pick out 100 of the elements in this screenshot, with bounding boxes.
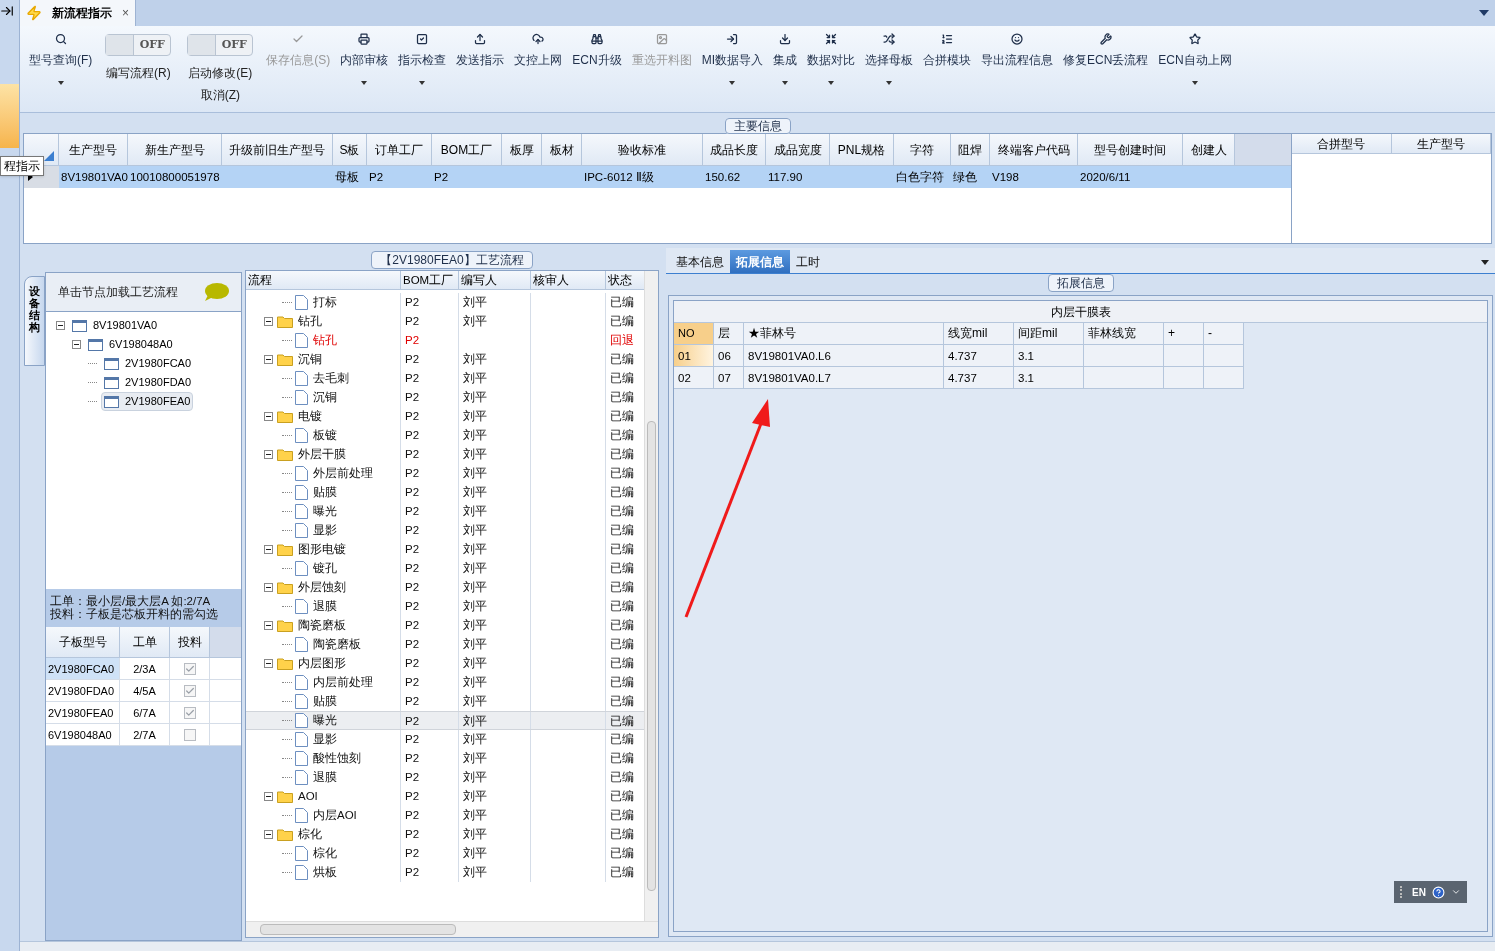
flow-row[interactable]: 显影 P2 刘平 已编 — [246, 521, 646, 540]
collapse-icon[interactable] — [264, 545, 273, 554]
collapse-icon[interactable] — [264, 412, 273, 421]
collapse-icon[interactable] — [264, 450, 273, 459]
vertical-scrollbar[interactable] — [644, 271, 658, 921]
flow-row[interactable]: 镀孔 P2 刘平 已编 — [246, 559, 646, 578]
collapse-icon[interactable] — [264, 830, 273, 839]
flow-row[interactable]: 外层前处理 P2 刘平 已编 — [246, 464, 646, 483]
collapse-icon[interactable] — [72, 340, 81, 349]
flow-row[interactable]: 钻孔 P2 回退 — [246, 331, 646, 350]
column-header[interactable]: 菲林线宽 — [1084, 323, 1164, 345]
flow-row[interactable]: 外层蚀刻 P2 刘平 已编 — [246, 578, 646, 597]
flow-row[interactable]: 棕化 P2 刘平 已编 — [246, 825, 646, 844]
column-header[interactable]: NO — [674, 323, 714, 345]
column-header[interactable]: 生产型号 — [59, 134, 128, 165]
column-header[interactable]: 合拼型号 — [1292, 134, 1392, 153]
column-header[interactable]: 层 — [714, 323, 744, 345]
row-number-cell[interactable]: 01 — [674, 345, 714, 367]
toggle-switch[interactable]: OFF — [187, 34, 254, 56]
collapse-icon[interactable] — [264, 621, 273, 630]
flow-row[interactable]: 图形电镀 P2 刘平 已编 — [246, 540, 646, 559]
vertical-tab[interactable]: 设备结构 — [24, 276, 45, 366]
flow-row[interactable]: 陶瓷磨板 P2 刘平 已编 — [246, 616, 646, 635]
toolbar-button[interactable]: 导出流程信息 — [976, 30, 1058, 94]
collapse-icon[interactable] — [264, 317, 273, 326]
flow-row[interactable]: 电镀 P2 刘平 已编 — [246, 407, 646, 426]
tree-node[interactable]: 2V1980FDA0 — [101, 373, 195, 392]
flow-row[interactable]: 显影 P2 刘平 已编 — [246, 730, 646, 749]
toolbar-button[interactable]: 发送指示 — [451, 30, 510, 94]
column-header[interactable]: 型号创建时间 — [1078, 134, 1183, 165]
flow-row[interactable]: 棕化 P2 刘平 已编 — [246, 844, 646, 863]
language-bar[interactable]: EN — [1394, 881, 1467, 903]
checkbox[interactable] — [183, 662, 196, 675]
column-header[interactable]: 验收标准 — [582, 134, 703, 165]
toolbar-button[interactable]: 型号查询(F) — [24, 30, 98, 94]
collapse-icon[interactable] — [264, 792, 273, 801]
column-header[interactable]: 工单 — [120, 627, 170, 657]
caret-icon[interactable] — [1451, 887, 1461, 897]
flow-row[interactable]: 板镀 P2 刘平 已编 — [246, 426, 646, 445]
column-header[interactable]: + — [1164, 323, 1204, 345]
column-header[interactable]: - — [1204, 323, 1244, 345]
flow-row[interactable]: 退膜 P2 刘平 已编 — [246, 597, 646, 616]
flow-row[interactable]: 内层前处理 P2 刘平 已编 — [246, 673, 646, 692]
checkbox[interactable] — [183, 728, 196, 741]
toolbar-button[interactable]: ECN自动上网 — [1153, 30, 1237, 94]
column-header[interactable]: 板厚 — [502, 134, 542, 165]
flow-row[interactable]: 退膜 P2 刘平 已编 — [246, 768, 646, 787]
table-cell[interactable]: 2V1980FDA0 — [46, 680, 120, 701]
toolbar-button[interactable]: 集成 — [768, 30, 802, 94]
exit-icon[interactable] — [0, 4, 14, 18]
toolbar-button[interactable]: 修复ECN丢流程 — [1058, 30, 1154, 94]
column-header[interactable]: 间距mil — [1014, 323, 1084, 345]
table-cell[interactable]: 2V1980FEA0 — [46, 702, 120, 723]
toolbar-button[interactable]: ECN升级 — [567, 30, 627, 94]
table-cell[interactable]: 2V1980FCA0 — [46, 658, 120, 679]
tree-node[interactable]: 8V19801VA0 — [69, 316, 161, 335]
column-header[interactable]: 阻焊 — [951, 134, 990, 165]
tab[interactable]: 工时 — [790, 250, 826, 273]
tree-node[interactable]: 2V1980FCA0 — [101, 354, 195, 373]
toolbar-button[interactable]: 选择母板 — [860, 30, 918, 94]
toggle-switch[interactable]: OFF — [105, 34, 172, 56]
flow-row[interactable]: 外层干膜 P2 刘平 已编 — [246, 445, 646, 464]
tree-node[interactable]: 6V198048A0 — [85, 335, 176, 354]
column-header[interactable]: ★菲林号 — [744, 323, 944, 345]
column-header[interactable]: PNL规格 — [830, 134, 894, 165]
toolbar-button[interactable]: MI数据导入 — [696, 30, 768, 94]
column-header[interactable]: 生产型号 — [1391, 134, 1491, 153]
document-tab[interactable]: 新流程指示 × — [20, 0, 136, 26]
column-header[interactable]: 编写人 — [459, 271, 531, 289]
checkbox[interactable] — [183, 684, 196, 697]
column-header[interactable]: BOM工厂 — [401, 271, 459, 289]
dropdown-icon[interactable] — [1481, 260, 1489, 265]
column-header[interactable]: 成品宽度 — [766, 134, 830, 165]
flow-row[interactable]: 陶瓷磨板 P2 刘平 已编 — [246, 635, 646, 654]
column-header[interactable]: 升级前旧生产型号 — [222, 134, 333, 165]
column-header[interactable]: 核审人 — [531, 271, 606, 289]
flow-row[interactable]: 烘板 P2 刘平 已编 — [246, 863, 646, 882]
column-header[interactable]: BOM工厂 — [432, 134, 502, 165]
toolbar-button[interactable]: 文控上网 — [509, 30, 568, 94]
checkbox[interactable] — [183, 706, 196, 719]
column-header[interactable]: S板 — [333, 134, 367, 165]
collapse-icon[interactable] — [264, 659, 273, 668]
column-header[interactable]: 字符 — [894, 134, 951, 165]
flow-row[interactable]: 曝光 P2 刘平 已编 — [246, 711, 646, 730]
flow-row[interactable]: 内层AOI P2 刘平 已编 — [246, 806, 646, 825]
column-header[interactable]: 流程 — [246, 271, 401, 289]
flow-row[interactable]: 沉铜 P2 刘平 已编 — [246, 350, 646, 369]
column-header[interactable]: 线宽mil — [944, 323, 1014, 345]
column-header[interactable]: 订单工厂 — [367, 134, 432, 165]
dropdown-icon[interactable] — [1479, 10, 1489, 16]
collapse-icon[interactable] — [56, 321, 65, 330]
flow-row[interactable]: 钻孔 P2 刘平 已编 — [246, 312, 646, 331]
flow-row[interactable]: 打标 P2 刘平 已编 — [246, 293, 646, 312]
flow-row[interactable]: 内层图形 P2 刘平 已编 — [246, 654, 646, 673]
flow-row[interactable]: 沉铜 P2 刘平 已编 — [246, 388, 646, 407]
toolbar-button[interactable]: 指示检查 — [393, 30, 452, 94]
column-header[interactable]: 终端客户代码 — [990, 134, 1078, 165]
horizontal-scrollbar[interactable] — [246, 921, 658, 937]
tree-node[interactable]: 2V1980FEA0 — [101, 392, 194, 411]
flow-row[interactable]: AOI P2 刘平 已编 — [246, 787, 646, 806]
